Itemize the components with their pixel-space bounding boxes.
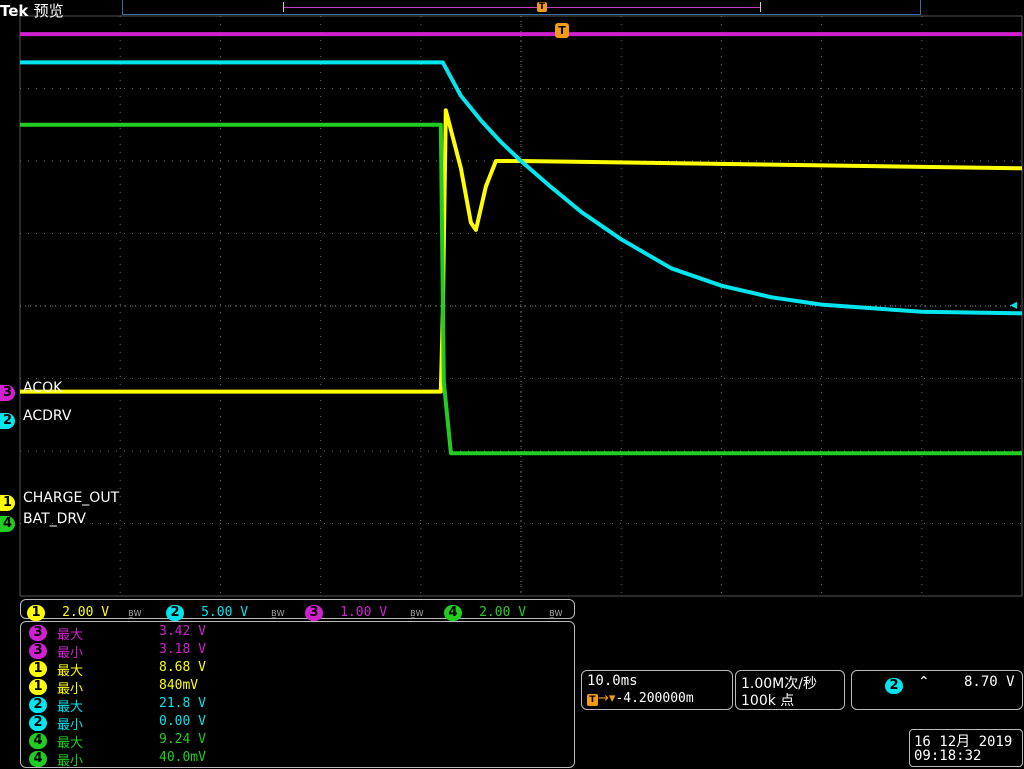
trigger-level: 8.70 V (964, 674, 1015, 690)
ch1-label: CHARGE_OUT (23, 490, 120, 506)
datetime-box: 16 12月 2019 09:18:32 (909, 729, 1023, 767)
measurement-row[interactable]: 4 最大 9.24 V (29, 732, 559, 751)
time: 09:18:32 (914, 748, 982, 764)
measurement-row[interactable]: 2 最大 21.8 V (29, 696, 559, 715)
measurement-channel-badge: 2 (29, 697, 47, 713)
measurement-row[interactable]: 1 最大 8.68 V (29, 660, 559, 679)
measurement-value: 9.24 V (159, 732, 206, 747)
measurement-value: 21.8 V (159, 696, 206, 711)
measurement-label: 最小 (57, 754, 84, 769)
measurement-row[interactable]: 3 最小 3.18 V (29, 642, 559, 661)
measurement-label: 最大 (57, 700, 84, 715)
ch3-scale[interactable]: 3 1.00 V B̲W (305, 601, 424, 621)
brand-text: Tek (0, 2, 29, 20)
timebase-box[interactable]: 10.0ms T →▾-4.200000m (581, 670, 733, 710)
ch4-scale[interactable]: 4 2.00 V B̲W (444, 601, 563, 621)
measurement-row[interactable]: 1 最小 840mV (29, 678, 559, 697)
record-length: 100k 点 (741, 693, 795, 709)
measurement-value: 3.18 V (159, 642, 206, 657)
trigger-level-marker[interactable]: ◂ (1010, 297, 1017, 313)
measurement-label: 最大 (57, 628, 84, 643)
measurement-value: 840mV (159, 678, 199, 693)
ch1-scale[interactable]: 1 2.00 V B̲W (27, 601, 142, 621)
record-overview-bar[interactable]: T (122, 0, 921, 15)
measurement-label: 最大 (57, 736, 84, 751)
trigger-box[interactable]: 2 ⌃ 8.70 V (851, 670, 1023, 710)
trace-acdrv (20, 60, 1023, 316)
measurement-label: 最小 (57, 646, 84, 661)
measurement-label: 最小 (57, 682, 84, 697)
measurement-value: 3.42 V (159, 624, 206, 639)
measurement-label: 最大 (57, 664, 84, 679)
waveform-display (19, 15, 1023, 597)
measurement-channel-badge: 4 (29, 733, 47, 749)
ch2-ground-marker[interactable]: 2 (0, 409, 15, 429)
measurement-channel-badge: 4 (29, 751, 47, 767)
trigger-position-label: T (558, 24, 566, 37)
measurement-label: 最小 (57, 718, 84, 733)
measurement-row[interactable]: 2 最小 0.00 V (29, 714, 559, 733)
ch1-ground-marker[interactable]: 1 (0, 491, 15, 511)
measurement-row[interactable]: 3 最大 3.42 V (29, 624, 559, 643)
graticule (19, 15, 1023, 597)
brand-logo: Tek 预览 (0, 0, 64, 21)
acquisition-box[interactable]: 1.00M次/秒 100k 点 (735, 670, 845, 710)
record-view-window[interactable] (283, 2, 761, 12)
trigger-position-marker[interactable]: T (555, 23, 569, 38)
trigger-source: 2 (885, 678, 903, 694)
mode-text: 预览 (33, 2, 64, 20)
measurement-value: 40.0mV (159, 750, 206, 765)
ch3-ground-marker[interactable]: 3 (0, 381, 15, 401)
measurement-channel-badge: 1 (29, 661, 47, 677)
horizontal-delay: T →▾-4.200000m (587, 691, 694, 706)
measurement-channel-badge: 1 (29, 679, 47, 695)
ch4-ground-marker[interactable]: 4 (0, 512, 15, 532)
measurement-channel-badge: 3 (29, 625, 47, 641)
measurement-value: 0.00 V (159, 714, 206, 729)
ch3-label: ACOK (23, 380, 63, 396)
falling-edge-icon: ⌃ (918, 674, 930, 690)
overview-trigger-marker: T (537, 2, 547, 12)
channel-scale-bar: 1 2.00 V B̲W 2 5.00 V B̲W 3 1.00 V B̲W 4… (20, 599, 575, 621)
timebase-scale: 10.0ms (587, 673, 638, 689)
measurement-channel-badge: 3 (29, 643, 47, 659)
measurement-value: 8.68 V (159, 660, 206, 675)
ch2-scale[interactable]: 2 5.00 V B̲W (166, 601, 285, 621)
ch4-label: BAT_DRV (23, 511, 86, 527)
measurement-row[interactable]: 4 最小 40.0mV (29, 750, 559, 769)
measurement-panel: 3 最大 3.42 V 3 最小 3.18 V 1 最大 8.68 V 1 最小 840mV 2 最大 21… (20, 621, 575, 769)
ch2-label: ACDRV (23, 408, 72, 424)
measurement-channel-badge: 2 (29, 715, 47, 731)
